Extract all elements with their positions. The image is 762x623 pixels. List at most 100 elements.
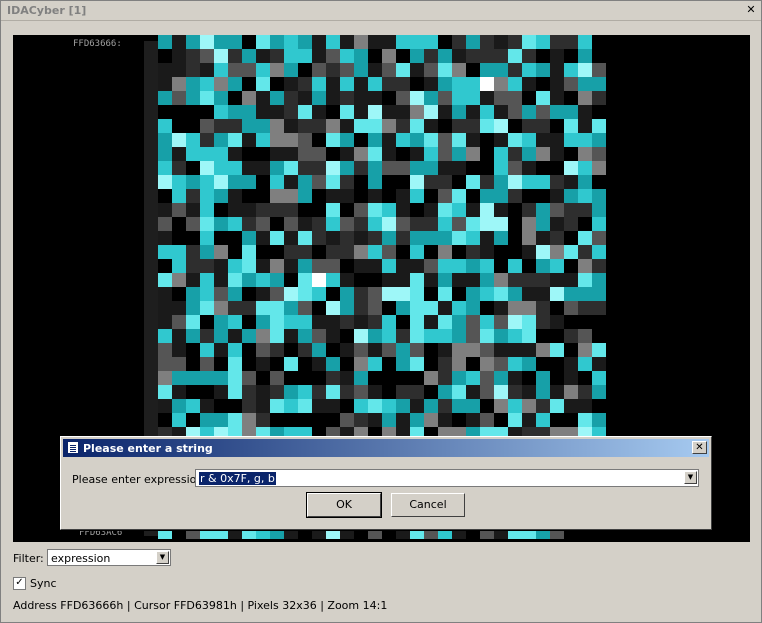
pixel-cell: [438, 413, 452, 427]
pixel-cell: [368, 161, 382, 175]
pixel-cell: [200, 175, 214, 189]
pixel-cell: [522, 329, 536, 343]
pixel-cell: [228, 329, 242, 343]
pixel-cell: [508, 203, 522, 217]
pixel-cell: [396, 203, 410, 217]
pixel-cell: [242, 119, 256, 133]
pixel-cell: [340, 147, 354, 161]
pixel-cell: [326, 161, 340, 175]
pixel-cell: [284, 231, 298, 245]
pixel-cell: [382, 413, 396, 427]
pixel-cell: [326, 245, 340, 259]
sync-checkbox[interactable]: ✓: [13, 577, 26, 590]
pixel-cell: [592, 105, 606, 119]
title-bar: IDACyber [1] ✕: [1, 1, 761, 21]
pixel-cell: [172, 147, 186, 161]
pixel-cell: [200, 315, 214, 329]
pixel-cell: [452, 105, 466, 119]
pixel-cell: [452, 287, 466, 301]
pixel-cell: [438, 77, 452, 91]
pixel-cell: [508, 399, 522, 413]
pixel-cell: [466, 371, 480, 385]
pixel-cell: [466, 133, 480, 147]
pixel-cell: [592, 287, 606, 301]
pixel-cell: [438, 49, 452, 63]
pixel-cell: [410, 217, 424, 231]
pixel-cell: [508, 329, 522, 343]
pixel-cell: [564, 189, 578, 203]
pixel-cell: [228, 245, 242, 259]
pixel-cell: [270, 259, 284, 273]
pixel-cell: [494, 175, 508, 189]
pixel-cell: [340, 385, 354, 399]
pixel-cell: [410, 63, 424, 77]
pixel-cell: [200, 287, 214, 301]
chevron-down-icon[interactable]: ▼: [684, 471, 697, 484]
pixel-cell: [410, 399, 424, 413]
pixel-cell: [228, 287, 242, 301]
pixel-cell: [578, 273, 592, 287]
pixel-cell: [298, 357, 312, 371]
pixel-cell: [312, 399, 326, 413]
pixel-cell: [550, 35, 564, 49]
pixel-cell: [424, 231, 438, 245]
pixel-cell: [340, 35, 354, 49]
filter-select[interactable]: expression ▼: [47, 549, 171, 566]
pixel-cell: [424, 315, 438, 329]
pixel-cell: [228, 175, 242, 189]
chevron-down-icon[interactable]: ▼: [156, 551, 169, 564]
pixel-cell: [452, 273, 466, 287]
pixel-cell: [270, 315, 284, 329]
pixel-cell: [312, 203, 326, 217]
pixel-cell: [298, 217, 312, 231]
pixel-cell: [424, 77, 438, 91]
dialog-close-icon[interactable]: ✕: [692, 441, 707, 454]
pixel-cell: [158, 105, 172, 119]
ok-button[interactable]: OK: [306, 492, 382, 518]
pixel-cell: [298, 203, 312, 217]
close-icon[interactable]: ✕: [745, 4, 757, 16]
expression-input[interactable]: r & 0x7F, g, b ▼: [195, 469, 699, 487]
pixel-cell: [326, 231, 340, 245]
pixel-cell: [592, 77, 606, 91]
pixel-cell: [424, 133, 438, 147]
pixel-cell: [452, 119, 466, 133]
pixel-cell: [228, 273, 242, 287]
pixel-cell: [284, 343, 298, 357]
pixel-cell: [256, 119, 270, 133]
pixel-cell: [494, 35, 508, 49]
pixel-cell: [494, 385, 508, 399]
pixel-cell: [508, 315, 522, 329]
pixel-cell: [298, 189, 312, 203]
pixel-cell: [270, 105, 284, 119]
pixel-cell: [396, 105, 410, 119]
pixel-cell: [410, 343, 424, 357]
pixel-cell: [368, 245, 382, 259]
pixel-cell: [158, 273, 172, 287]
pixel-cell: [326, 217, 340, 231]
pixel-cell: [550, 343, 564, 357]
pixel-cell: [270, 287, 284, 301]
pixel-cell: [480, 413, 494, 427]
pixel-cell: [256, 189, 270, 203]
pixel-cell: [172, 301, 186, 315]
pixel-cell: [494, 91, 508, 105]
pixel-cell: [368, 35, 382, 49]
expression-value[interactable]: r & 0x7F, g, b: [199, 472, 276, 485]
pixel-cell: [256, 385, 270, 399]
pixel-cell: [312, 301, 326, 315]
pixel-cell: [172, 399, 186, 413]
pixel-cell: [466, 189, 480, 203]
pixel-cell: [466, 399, 480, 413]
pixel-cell: [200, 413, 214, 427]
pixel-cell: [256, 259, 270, 273]
pixel-cell: [396, 161, 410, 175]
pixel-cell: [424, 287, 438, 301]
pixel-cell: [312, 217, 326, 231]
pixel-cell: [564, 231, 578, 245]
pixel-cell: [592, 189, 606, 203]
cancel-button[interactable]: Cancel: [391, 493, 465, 517]
pixel-cell: [480, 147, 494, 161]
pixel-cell: [312, 35, 326, 49]
pixel-cell: [438, 91, 452, 105]
